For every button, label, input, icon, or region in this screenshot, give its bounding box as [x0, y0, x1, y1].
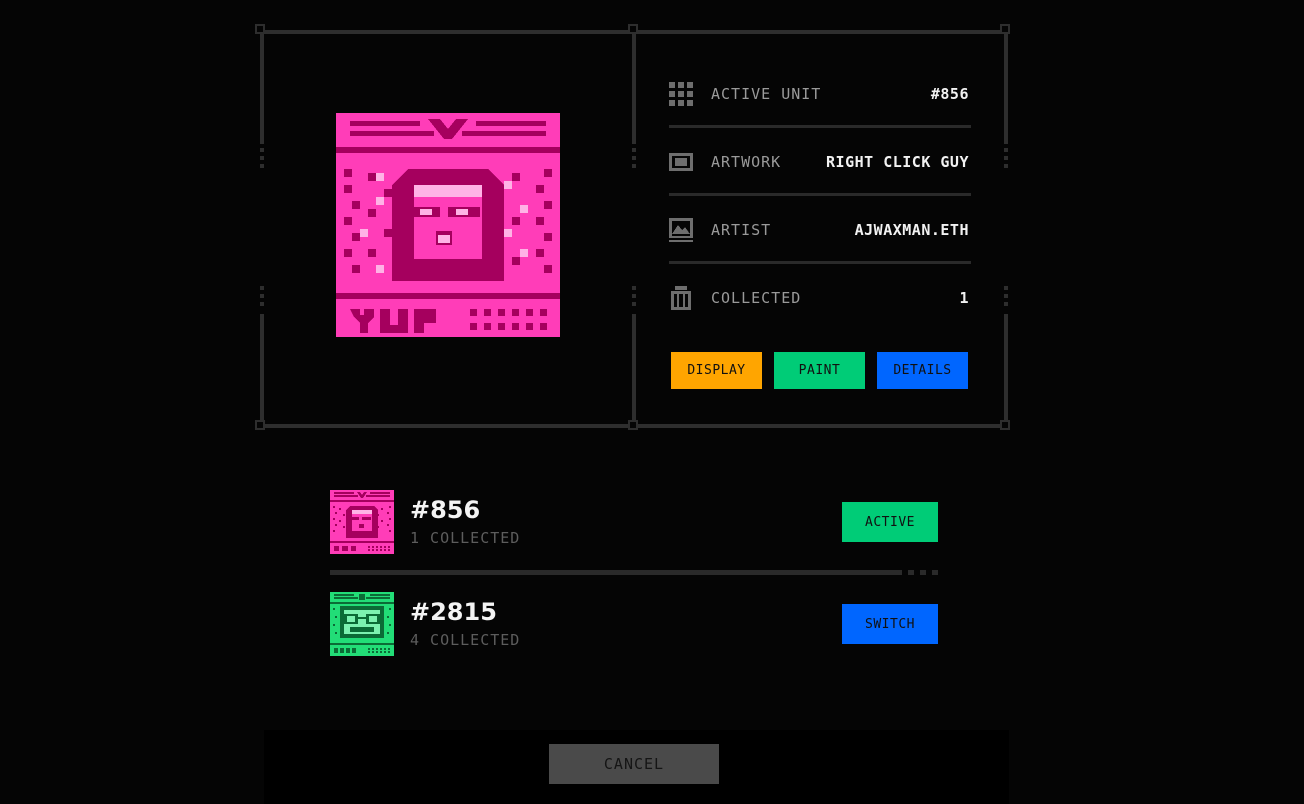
collected-value: 1	[959, 289, 969, 307]
collection-icon	[669, 286, 693, 310]
info-row-active-unit: ACTIVE UNIT #856	[669, 60, 971, 128]
artwork-label: ARTWORK	[711, 153, 782, 171]
info-row-collected: COLLECTED 1	[669, 264, 971, 332]
landscape-icon	[669, 218, 693, 242]
list-item: #2815 4 COLLECTED SWITCH	[330, 592, 938, 656]
unit-info-panel: ACTIVE UNIT #856 ARTWORK RIGHT CLICK GUY…	[669, 60, 971, 332]
unit-id: #856	[410, 496, 481, 524]
action-buttons: DISPLAY PAINT DETAILS	[671, 352, 968, 389]
list-item: #856 1 COLLECTED ACTIVE	[330, 490, 938, 554]
info-row-artist: ARTIST AJWAXMAN.ETH	[669, 196, 971, 264]
artist-value: AJWAXMAN.ETH	[854, 221, 969, 239]
active-unit-label: ACTIVE UNIT	[711, 85, 822, 103]
unit-collected-count: 1 COLLECTED	[410, 529, 521, 547]
pink-yup-thumb	[330, 490, 394, 554]
display-button[interactable]: DISPLAY	[671, 352, 762, 389]
active-button[interactable]: ACTIVE	[842, 502, 938, 542]
grid-icon	[669, 82, 693, 106]
switch-button[interactable]: SWITCH	[842, 604, 938, 644]
unit-collected-count: 4 COLLECTED	[410, 631, 521, 649]
artwork-value: RIGHT CLICK GUY	[826, 153, 969, 171]
artist-label: ARTIST	[711, 221, 772, 239]
paint-button[interactable]: PAINT	[774, 352, 865, 389]
green-noun-thumb	[330, 592, 394, 656]
unit-id: #2815	[410, 598, 497, 626]
artwork-preview-image	[336, 113, 560, 337]
unit-meta: #856 1 COLLECTED	[410, 497, 520, 547]
frame-icon	[669, 150, 693, 174]
active-unit-value: #856	[930, 85, 969, 103]
details-button[interactable]: DETAILS	[877, 352, 968, 389]
cancel-button[interactable]: CANCEL	[549, 744, 719, 784]
list-divider	[330, 570, 938, 575]
unit-meta: #2815 4 COLLECTED	[410, 599, 520, 649]
info-row-artwork: ARTWORK RIGHT CLICK GUY	[669, 128, 971, 196]
collected-label: COLLECTED	[711, 289, 802, 307]
